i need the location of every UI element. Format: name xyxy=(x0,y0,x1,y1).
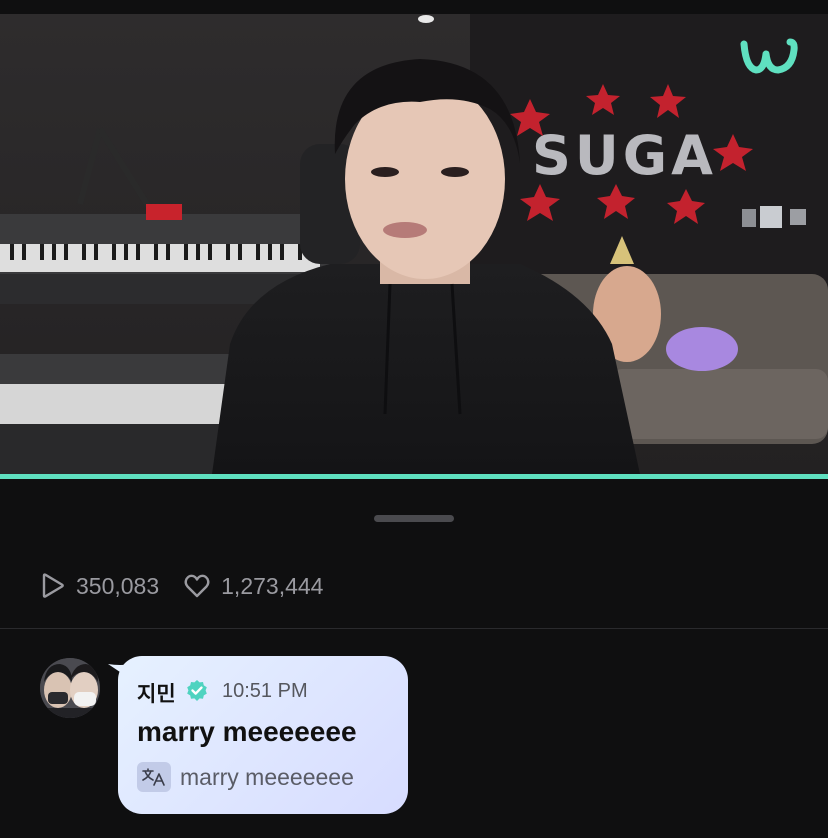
comment-translation: marry meeeeeee xyxy=(180,763,354,790)
like-count-value: 1,273,444 xyxy=(221,572,324,599)
svg-text:SUGA: SUGA xyxy=(532,124,717,187)
comment-message: marry meeeeeee xyxy=(137,716,357,747)
avatar[interactable] xyxy=(40,658,100,718)
heart-icon[interactable] xyxy=(183,572,211,600)
comment-author[interactable]: 지민 xyxy=(137,678,176,708)
translation-row: marry meeeeeee xyxy=(137,762,354,792)
play-icon xyxy=(42,573,64,598)
verified-badge-icon xyxy=(187,680,207,701)
comment-time: 10:51 PM xyxy=(222,680,308,702)
sheet-drag-handle[interactable] xyxy=(374,515,454,522)
video-stats: 350,083 1,273,444 xyxy=(38,568,347,604)
play-count-value: 350,083 xyxy=(76,572,160,599)
translate-glyph xyxy=(142,768,165,786)
like-count: 1,273,444 xyxy=(183,572,347,600)
video-progress-fill xyxy=(0,474,828,479)
video-frame: SUGA xyxy=(0,14,828,474)
avatar-image xyxy=(40,658,100,718)
video-progress-bar[interactable] xyxy=(0,474,828,479)
play-count: 350,083 xyxy=(38,572,183,600)
video-player[interactable]: SUGA xyxy=(0,14,828,474)
translate-icon[interactable] xyxy=(137,762,171,792)
comment-bubble[interactable]: 지민 10:51 PM marry meeeeeee marry meeeeee… xyxy=(118,656,408,814)
section-divider xyxy=(0,628,828,629)
weverse-logo-icon xyxy=(740,38,798,74)
